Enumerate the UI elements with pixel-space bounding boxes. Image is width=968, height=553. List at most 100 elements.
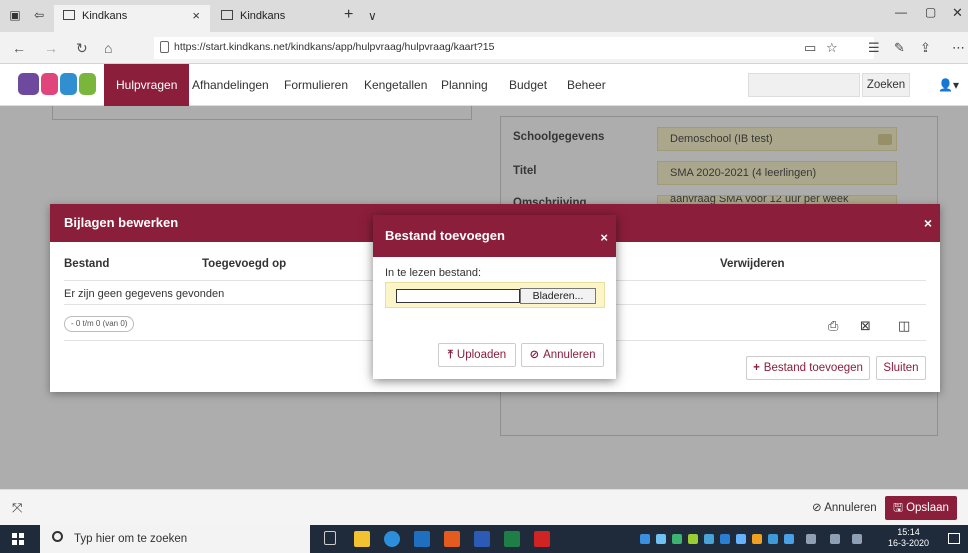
- tab-back-icon[interactable]: ⇦: [32, 8, 46, 22]
- page-icon: [221, 10, 233, 20]
- browser-tab-kindkans-2[interactable]: Kindkans: [212, 5, 322, 32]
- tray-app-icon[interactable]: [656, 534, 666, 544]
- tab-title: Kindkans: [240, 10, 286, 22]
- tray-app-icon[interactable]: [704, 534, 714, 544]
- minimize-icon[interactable]: —: [895, 5, 907, 19]
- expand-icon[interactable]: ⤧: [12, 500, 22, 516]
- pen-icon[interactable]: [830, 534, 840, 544]
- word-icon[interactable]: [474, 531, 490, 547]
- back-arrow-icon[interactable]: ←: [12, 40, 26, 56]
- close-icon[interactable]: ×: [192, 5, 200, 27]
- search-input[interactable]: [748, 73, 860, 97]
- close-icon[interactable]: ×: [600, 217, 608, 259]
- outlook-icon[interactable]: [414, 531, 430, 547]
- column-header-bestand[interactable]: Bestand: [64, 258, 109, 270]
- excel-export-icon[interactable]: ⊠: [860, 318, 871, 334]
- new-tab-button[interactable]: +: [344, 6, 353, 24]
- tray-app-icon[interactable]: [640, 534, 650, 544]
- file-input[interactable]: [396, 289, 520, 303]
- close-icon[interactable]: ×: [924, 204, 932, 242]
- add-file-button[interactable]: + Bestand toevoegen: [746, 356, 870, 380]
- office-icon[interactable]: [444, 531, 460, 547]
- notes-pen-icon[interactable]: ✎: [894, 40, 905, 56]
- nav-kengetallen[interactable]: Kengetallen: [364, 64, 427, 106]
- more-icon[interactable]: ⋯: [952, 40, 965, 56]
- task-view-icon[interactable]: [324, 531, 336, 545]
- nav-budget[interactable]: Budget: [509, 64, 547, 106]
- network-icon[interactable]: [806, 534, 816, 544]
- browse-button[interactable]: Bladeren...: [520, 288, 596, 304]
- refresh-icon[interactable]: ↻: [76, 40, 88, 56]
- pager-badge: - 0 t/m 0 (van 0): [64, 316, 135, 332]
- forward-arrow-icon[interactable]: →: [44, 40, 58, 56]
- url-text: https://start.kindkans.net/kindkans/app/…: [174, 41, 495, 53]
- taskbar-search-placeholder: Typ hier om te zoeken: [74, 533, 188, 545]
- print-icon[interactable]: ⎙: [828, 318, 838, 334]
- search-icon: [52, 531, 63, 542]
- edge-browser-icon[interactable]: [384, 531, 400, 547]
- upload-icon: ⤒: [447, 349, 453, 361]
- upload-modal: Bestand toevoegen × In te lezen bestand:…: [373, 215, 616, 379]
- clock-date: 16-3-2020: [888, 538, 930, 548]
- reading-view-icon[interactable]: ▭: [804, 40, 816, 56]
- tab-title: Kindkans: [82, 10, 128, 22]
- columns-icon[interactable]: ◫: [898, 318, 910, 334]
- nav-beheer[interactable]: Beheer: [567, 64, 606, 106]
- user-menu-icon[interactable]: 👤▾: [938, 78, 959, 92]
- url-field[interactable]: https://start.kindkans.net/kindkans/app/…: [154, 37, 874, 59]
- tab-list-button[interactable]: ∨: [368, 9, 377, 23]
- nav-hulpvragen[interactable]: Hulpvragen: [104, 64, 190, 106]
- file-explorer-icon[interactable]: [354, 531, 370, 547]
- taskbar-clock[interactable]: 15:14 16-3-2020: [888, 527, 929, 549]
- upload-modal-header: Bestand toevoegen ×: [373, 215, 616, 257]
- modal-title: Bijlagen bewerken: [64, 215, 179, 230]
- plus-icon: +: [753, 362, 760, 374]
- app-nav: Hulpvragen Afhandelingen Formulieren Ken…: [0, 64, 968, 106]
- excel-icon[interactable]: [504, 531, 520, 547]
- cancel-button[interactable]: ⊘ Annuleren: [521, 343, 604, 367]
- nav-formulieren[interactable]: Formulieren: [284, 64, 348, 106]
- windows-start-icon[interactable]: [12, 533, 24, 545]
- restore-icon[interactable]: ▢: [925, 5, 936, 19]
- volume-icon[interactable]: [852, 534, 862, 544]
- share-icon[interactable]: ⇪: [920, 40, 931, 56]
- tray-app-icon[interactable]: [672, 534, 682, 544]
- nav-planning[interactable]: Planning: [441, 64, 488, 106]
- save-icon: 🖫: [893, 502, 903, 514]
- close-window-icon[interactable]: ✕: [952, 5, 963, 21]
- footer-cancel-button[interactable]: ⊘ Annuleren: [812, 500, 877, 514]
- tray-app-icon[interactable]: [752, 534, 762, 544]
- footer-bar: ⤧ ⊘ Annuleren 🖫 Opslaan: [0, 489, 968, 525]
- address-bar: ← → ↻ ⌂ https://start.kindkans.net/kindk…: [0, 32, 968, 64]
- home-icon[interactable]: ⌂: [104, 40, 112, 56]
- nav-afhandelingen[interactable]: Afhandelingen: [192, 64, 269, 106]
- file-label: In te lezen bestand:: [385, 267, 482, 279]
- tab-actions-icon[interactable]: ▣: [8, 8, 22, 22]
- tray-app-icon[interactable]: [720, 534, 730, 544]
- empty-message: Er zijn geen gegevens gevonden: [64, 288, 225, 300]
- file-field-wrapper: Bladeren...: [385, 282, 605, 308]
- search-button[interactable]: Zoeken: [862, 73, 910, 97]
- tray-app-icon[interactable]: [768, 534, 778, 544]
- taskbar-search[interactable]: Typ hier om te zoeken: [40, 525, 310, 553]
- kindkans-logo[interactable]: [18, 73, 96, 95]
- browser-tab-kindkans-1[interactable]: Kindkans ×: [54, 5, 210, 32]
- windows-taskbar: Typ hier om te zoeken 15:14 16-3-2020: [0, 525, 968, 553]
- close-button[interactable]: Sluiten: [876, 356, 926, 380]
- tray-app-icon[interactable]: [688, 534, 698, 544]
- acrobat-icon[interactable]: [534, 531, 550, 547]
- bluetooth-icon[interactable]: [784, 534, 794, 544]
- favorites-hub-icon[interactable]: ☰: [868, 40, 880, 56]
- lock-icon: [160, 41, 169, 53]
- modal-title: Bestand toevoegen: [385, 228, 505, 243]
- column-header-toegevoegd[interactable]: Toegevoegd op: [202, 258, 286, 270]
- notification-icon[interactable]: [948, 533, 960, 544]
- cancel-circle-icon: ⊘: [529, 349, 540, 361]
- tray-app-icon[interactable]: [736, 534, 746, 544]
- page-icon: [63, 10, 75, 20]
- clock-time: 15:14: [897, 527, 920, 537]
- upload-button[interactable]: ⤒ Uploaden: [438, 343, 516, 367]
- save-button[interactable]: 🖫 Opslaan: [885, 496, 957, 520]
- favorite-star-icon[interactable]: ☆: [826, 40, 838, 56]
- browser-tab-strip: ▣ ⇦ Kindkans × Kindkans + ∨ — ▢ ✕: [0, 0, 968, 32]
